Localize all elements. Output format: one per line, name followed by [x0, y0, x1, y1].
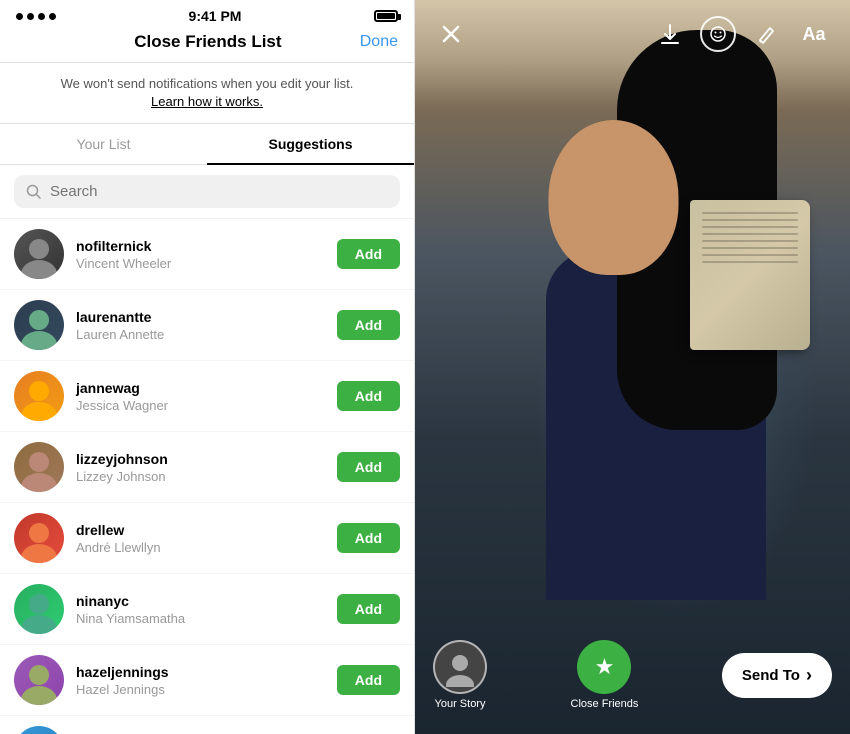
- search-box: [14, 175, 400, 208]
- list-item: jannewag Jessica Wagner Add: [0, 361, 414, 432]
- list-item: drellew André Llewllyn Add: [0, 503, 414, 574]
- tab-your-list[interactable]: Your List: [0, 124, 207, 164]
- username: laurenantte: [76, 309, 337, 325]
- username: nofilternick: [76, 238, 337, 254]
- add-button[interactable]: Add: [337, 310, 400, 340]
- username: lizzeyjohnson: [76, 451, 337, 467]
- fullname: Vincent Wheeler: [76, 256, 337, 271]
- close-friends-circle: ★: [577, 640, 631, 694]
- username: jannewag: [76, 380, 337, 396]
- story-top-bar: Aa: [415, 0, 850, 68]
- search-container: [0, 165, 414, 219]
- close-friends-label: Close Friends: [571, 698, 639, 710]
- draw-button[interactable]: [748, 16, 784, 52]
- status-bar: 9:41 PM: [0, 0, 414, 28]
- your-story-label: Your Story: [435, 698, 486, 710]
- send-to-button[interactable]: Send To ›: [722, 653, 832, 698]
- learn-how-link[interactable]: Learn how it works.: [151, 94, 263, 109]
- user-info: drellew André Llewllyn: [76, 522, 337, 555]
- add-button[interactable]: Add: [337, 665, 400, 695]
- search-icon: [26, 184, 42, 200]
- left-panel: 9:41 PM Close Friends List Done We won't…: [0, 0, 415, 734]
- user-list: nofilternick Vincent Wheeler Add laurena…: [0, 219, 414, 734]
- fullname: André Llewllyn: [76, 540, 337, 555]
- right-panel: Aa Your Story ★ Close Friends Send To ›: [415, 0, 850, 734]
- avatar: [14, 513, 64, 563]
- tab-suggestions[interactable]: Suggestions: [207, 124, 414, 164]
- username: hazeljennings: [76, 664, 337, 680]
- send-to-label: Send To: [742, 667, 800, 684]
- list-item: hazeljennings Hazel Jennings Add: [0, 645, 414, 716]
- done-button[interactable]: Done: [360, 33, 398, 51]
- close-button[interactable]: [433, 16, 469, 52]
- tabs-bar: Your List Suggestions: [0, 124, 414, 165]
- list-item: lizzeyjohnson Lizzey Johnson Add: [0, 432, 414, 503]
- avatar: [14, 584, 64, 634]
- download-button[interactable]: [652, 16, 688, 52]
- text-icon-label: Aa: [802, 24, 825, 45]
- battery-icon: [374, 10, 398, 22]
- list-item: laurenraebutte Add: [0, 716, 414, 734]
- add-button[interactable]: Add: [337, 381, 400, 411]
- book: [690, 200, 810, 350]
- close-friends-button[interactable]: ★ Close Friends: [571, 640, 639, 710]
- status-time: 9:41 PM: [189, 8, 242, 24]
- avatar: [14, 655, 64, 705]
- story-bottom-bar: Your Story ★ Close Friends Send To ›: [415, 624, 850, 734]
- fullname: Lizzey Johnson: [76, 469, 337, 484]
- star-icon: ★: [595, 654, 615, 680]
- user-info: jannewag Jessica Wagner: [76, 380, 337, 413]
- user-info: lizzeyjohnson Lizzey Johnson: [76, 451, 337, 484]
- your-story-button[interactable]: Your Story: [433, 640, 487, 710]
- user-info: hazeljennings Hazel Jennings: [76, 664, 337, 697]
- fullname: Nina Yiamsamatha: [76, 611, 337, 626]
- user-info: nofilternick Vincent Wheeler: [76, 238, 337, 271]
- chevron-right-icon: ›: [806, 665, 812, 686]
- page-title: Close Friends List: [56, 32, 360, 52]
- fullname: Jessica Wagner: [76, 398, 337, 413]
- notice-bar: We won't send notifications when you edi…: [0, 63, 414, 124]
- user-info: ninanyc Nina Yiamsamatha: [76, 593, 337, 626]
- avatar: [14, 371, 64, 421]
- avatar: [14, 442, 64, 492]
- text-button[interactable]: Aa: [796, 16, 832, 52]
- notice-text: We won't send notifications when you edi…: [61, 76, 354, 91]
- sticker-button[interactable]: [700, 16, 736, 52]
- avatar: [14, 726, 64, 734]
- username: drellew: [76, 522, 337, 538]
- story-top-right: Aa: [652, 16, 832, 52]
- add-button[interactable]: Add: [337, 523, 400, 553]
- add-button[interactable]: Add: [337, 239, 400, 269]
- username: ninanyc: [76, 593, 337, 609]
- header: Close Friends List Done: [0, 28, 414, 63]
- fullname: Lauren Annette: [76, 327, 337, 342]
- avatar: [14, 229, 64, 279]
- list-item: laurenantte Lauren Annette Add: [0, 290, 414, 361]
- avatar: [14, 300, 64, 350]
- your-story-avatar: [433, 640, 487, 694]
- user-info: laurenantte Lauren Annette: [76, 309, 337, 342]
- add-button[interactable]: Add: [337, 594, 400, 624]
- fullname: Hazel Jennings: [76, 682, 337, 697]
- list-item: ninanyc Nina Yiamsamatha Add: [0, 574, 414, 645]
- person-face: [548, 120, 678, 275]
- list-item: nofilternick Vincent Wheeler Add: [0, 219, 414, 290]
- add-button[interactable]: Add: [337, 452, 400, 482]
- search-input[interactable]: [50, 183, 388, 200]
- signal-dots: [16, 13, 56, 20]
